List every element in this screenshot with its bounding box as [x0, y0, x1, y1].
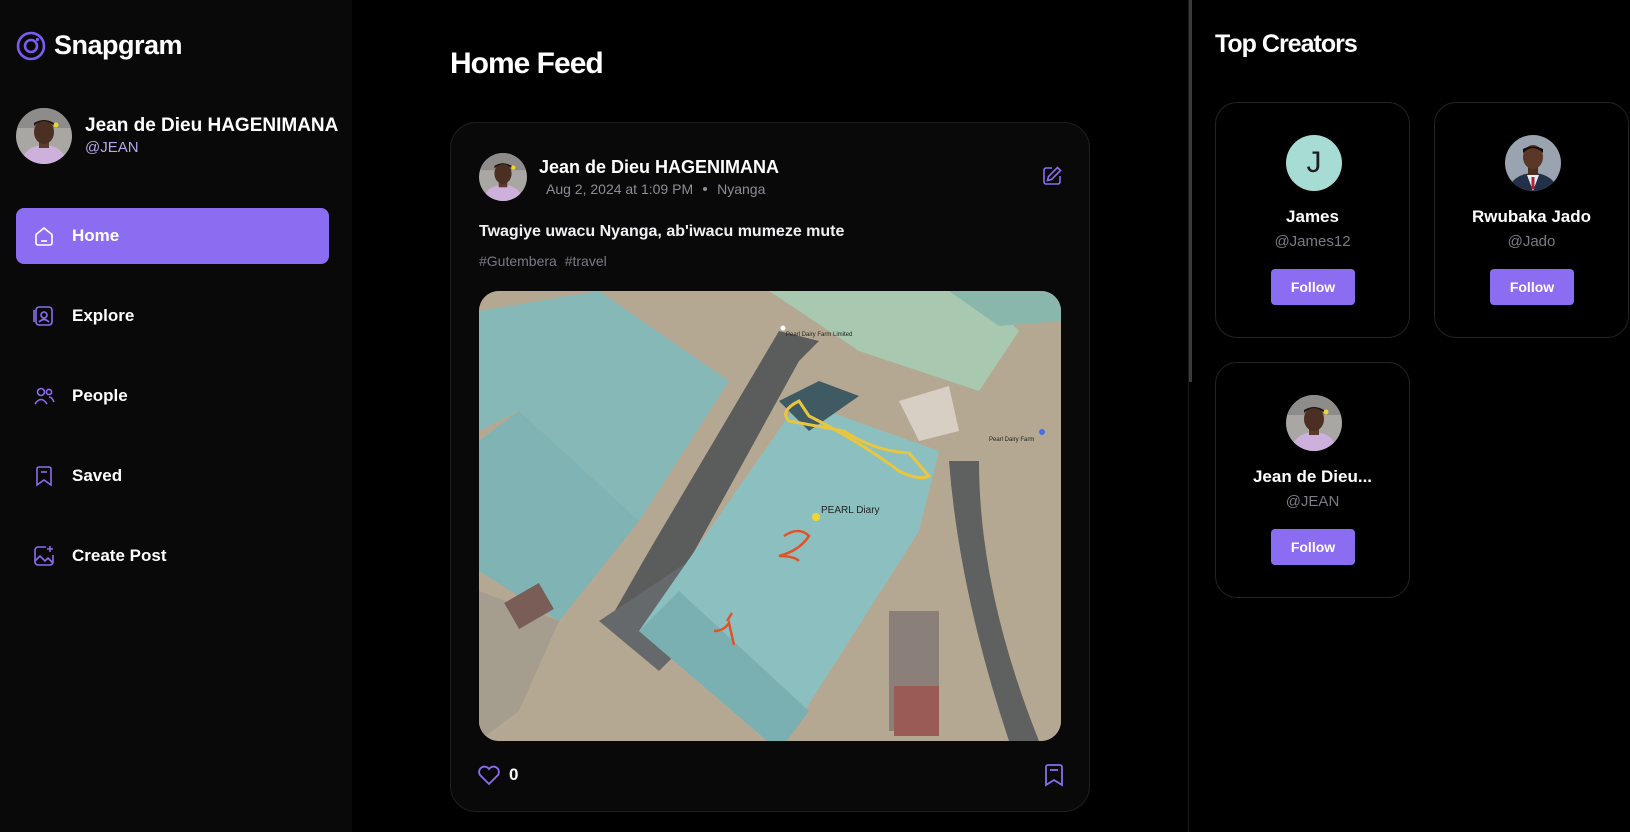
nav-label: People: [72, 386, 128, 405]
user-profile[interactable]: Jean de Dieu HAGENIMANA @JEAN: [16, 108, 338, 164]
post-date: Aug 2, 2024 at 1:09 PM: [546, 181, 694, 197]
post-actions: 0: [477, 763, 1065, 787]
instagram-ring-icon: [16, 31, 46, 60]
edit-icon[interactable]: [1041, 165, 1063, 187]
creator-handle: @James12: [1274, 233, 1351, 250]
post-image[interactable]: PEARL Diary Pearl Dairy Farm Limited Pea…: [479, 291, 1061, 741]
map-pin-label: Pearl Dairy Farm: [989, 437, 1034, 443]
avatar[interactable]: [479, 153, 527, 201]
home-icon: [32, 224, 56, 248]
nav-label: Create Post: [72, 546, 167, 565]
avatar: [1286, 395, 1342, 451]
nav-item-home[interactable]: Home: [16, 208, 329, 264]
creator-name: Rwubaka Jado: [1471, 207, 1592, 226]
nav-item-create-post[interactable]: Create Post: [16, 528, 329, 584]
people-icon: [32, 384, 56, 408]
bookmark-icon[interactable]: [1043, 763, 1065, 787]
tag[interactable]: #Gutembera: [479, 253, 557, 269]
user-handle: @JEAN: [85, 139, 139, 156]
nav-item-people[interactable]: People: [16, 368, 329, 424]
post-caption: Twagiye uwacu Nyanga, ab'iwacu mumeze mu…: [479, 223, 845, 240]
follow-button[interactable]: Follow: [1271, 529, 1355, 565]
main-nav: Home Explore People Saved Create Post: [16, 208, 329, 608]
post-location: Nyanga: [717, 181, 766, 197]
image-add-icon: [32, 544, 56, 568]
like-count: 0: [509, 765, 519, 784]
home-feed: Home Feed Jean de Dieu HAGENIMANA Aug 2,…: [352, 0, 1188, 832]
avatar: [16, 108, 72, 164]
post-author[interactable]: Jean de Dieu HAGENIMANA: [539, 155, 779, 179]
post-tags: #Gutembera #travel: [479, 253, 611, 269]
app-name: Snapgram: [54, 30, 183, 60]
map-pin-label: Pearl Dairy Farm Limited: [786, 332, 852, 338]
nav-item-saved[interactable]: Saved: [16, 448, 329, 504]
creator-name: James: [1286, 207, 1339, 226]
nav-label: Saved: [72, 466, 123, 485]
left-sidebar: Snapgram Jean de Dieu HAGENIMANA @JEAN H…: [0, 0, 352, 832]
heart-icon: [478, 765, 500, 786]
creator-card[interactable]: Jean de Dieu... @JEAN Follow: [1215, 362, 1410, 598]
separator-dot: [703, 187, 708, 191]
creator-card[interactable]: Rwubaka Jado @Jado Follow: [1434, 102, 1629, 338]
page-title: Home Feed: [450, 47, 604, 80]
top-creators-panel: Top Creators J James @James12 Follow Rwu…: [1188, 0, 1630, 832]
nav-label: Home: [72, 226, 120, 245]
creator-card[interactable]: J James @James12 Follow: [1215, 102, 1410, 338]
map-pin-label: PEARL Diary: [821, 505, 880, 516]
post-meta: Aug 2, 2024 at 1:09 PM Nyanga: [539, 179, 779, 199]
creator-handle: @Jado: [1507, 233, 1556, 250]
nav-item-explore[interactable]: Explore: [16, 288, 329, 344]
user-name: Jean de Dieu HAGENIMANA: [85, 115, 339, 136]
app-logo[interactable]: Snapgram: [16, 30, 183, 61]
follow-button[interactable]: Follow: [1271, 269, 1355, 305]
tag[interactable]: #travel: [565, 253, 607, 269]
satellite-map-image: PEARL Diary Pearl Dairy Farm Limited Pea…: [479, 291, 1061, 741]
explore-icon: [32, 304, 56, 328]
panel-title: Top Creators: [1215, 30, 1358, 58]
avatar: [1505, 135, 1561, 191]
creator-handle: @JEAN: [1285, 493, 1340, 510]
scrollbar[interactable]: [1189, 0, 1192, 382]
avatar: J: [1286, 135, 1342, 191]
post-card: Jean de Dieu HAGENIMANA Aug 2, 2024 at 1…: [450, 122, 1090, 812]
post-header: Jean de Dieu HAGENIMANA Aug 2, 2024 at 1…: [479, 153, 779, 201]
like-button[interactable]: 0: [477, 764, 518, 786]
bookmark-icon: [32, 464, 56, 488]
nav-label: Explore: [72, 306, 135, 325]
follow-button[interactable]: Follow: [1490, 269, 1574, 305]
creator-name: Jean de Dieu...: [1252, 467, 1373, 486]
